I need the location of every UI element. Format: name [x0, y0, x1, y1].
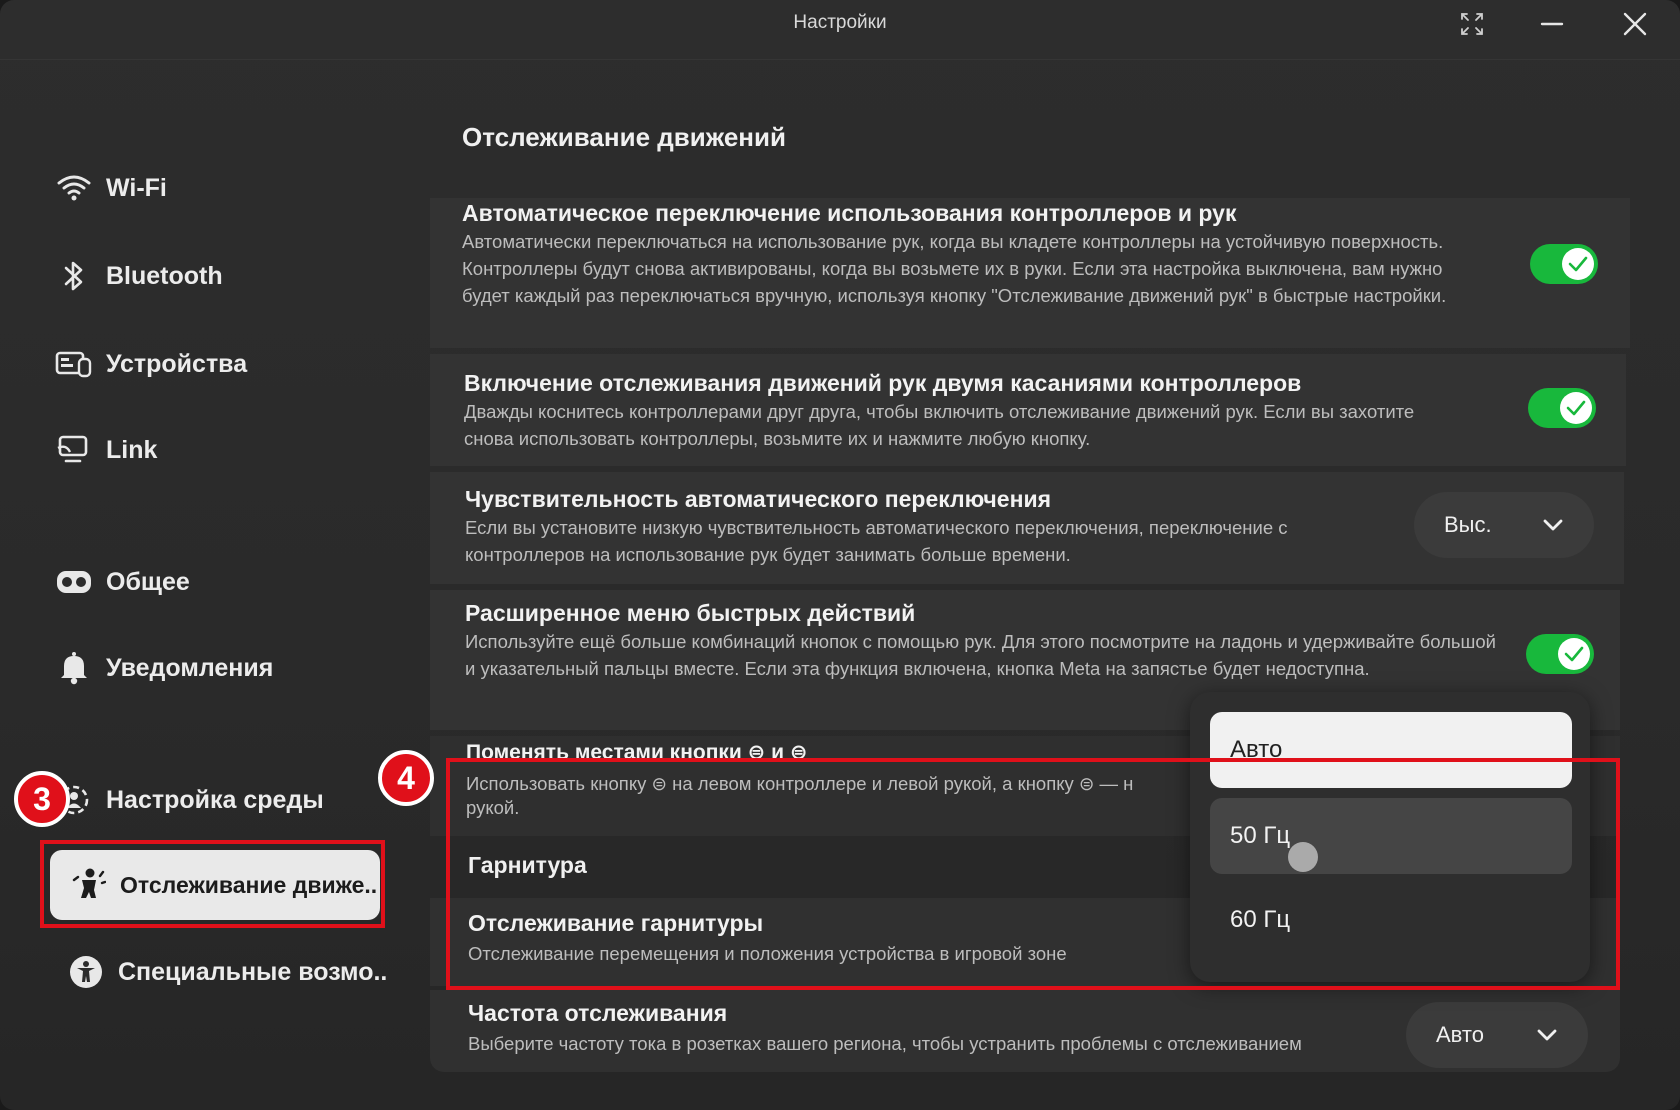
sidebar-item-wifi[interactable]: Wi-Fi — [54, 158, 167, 218]
sidebar-item-link[interactable]: Link — [54, 420, 157, 480]
check-icon — [1564, 646, 1584, 662]
sidebar-item-label: Link — [106, 435, 158, 464]
tracking-frequency-select[interactable]: Авто — [1406, 1002, 1588, 1068]
sidebar-item-label: Устройства — [106, 349, 248, 378]
annotation-badge-4: 4 — [378, 750, 434, 806]
sidebar-item-label: Общее — [106, 567, 190, 596]
sidebar-item-label: Уведомления — [106, 653, 274, 682]
toggle-knob — [1562, 248, 1594, 280]
window-title: Настройки — [793, 12, 887, 33]
sidebar-item-accessibility[interactable]: Специальные возмо.. — [66, 942, 387, 1002]
sidebar-item-bluetooth[interactable]: Bluetooth — [54, 246, 223, 306]
setting-title: Частота отслеживания — [468, 1000, 728, 1026]
setting-title: Расширенное меню быстрых действий — [465, 600, 916, 626]
sidebar-item-devices[interactable]: Устройства — [54, 334, 247, 394]
setting-description: Если вы установите низкую чувствительнос… — [465, 517, 1288, 565]
select-value: Выс. — [1444, 512, 1492, 537]
sidebar-item-notifications[interactable]: Уведомления — [54, 638, 273, 698]
sidebar-item-label: Bluetooth — [106, 261, 223, 290]
setting-description: Автоматически переключаться на использов… — [462, 231, 1447, 306]
annotation-box-4 — [446, 758, 1620, 990]
check-icon — [1568, 256, 1588, 272]
bell-icon — [54, 650, 94, 686]
sidebar-item-label: Настройка среды — [106, 785, 324, 814]
setting-title: Чувствительность автоматического переклю… — [465, 486, 1052, 512]
check-icon — [1566, 400, 1586, 416]
close-button[interactable] — [1615, 6, 1655, 42]
setting-title: Включение отслеживания движений рук двум… — [464, 370, 1302, 396]
setting-description: Дважды коснитесь контроллерами друг друг… — [464, 401, 1415, 449]
sidebar-item-label: Wi-Fi — [106, 173, 167, 202]
wifi-icon — [54, 170, 94, 206]
toggle-knob — [1558, 638, 1590, 670]
setting-description: Выберите частоту тока в розетках вашего … — [468, 1033, 1302, 1054]
setting-title: Автоматическое переключение использовани… — [462, 200, 1237, 226]
link-icon — [54, 432, 94, 468]
sidebar-item-general[interactable]: Общее — [54, 552, 190, 612]
sidebar-item-environment[interactable]: Настройка среды — [54, 770, 324, 830]
bluetooth-icon — [54, 258, 94, 294]
sensitivity-select[interactable]: Выс. — [1414, 492, 1594, 558]
devices-icon — [54, 346, 94, 382]
quick-actions-toggle[interactable] — [1526, 634, 1594, 674]
close-icon — [1623, 12, 1647, 36]
annotation-badge-3: 3 — [14, 771, 70, 827]
fullscreen-icon — [1461, 13, 1483, 35]
setting-description: Используйте ещё больше комбинаций кнопок… — [465, 631, 1497, 679]
minimize-icon — [1540, 22, 1564, 26]
accessibility-icon — [66, 954, 106, 990]
fullscreen-button[interactable] — [1452, 6, 1492, 42]
title-bar: Настройки — [0, 0, 1680, 60]
chevron-down-icon — [1542, 512, 1564, 538]
select-value: Авто — [1436, 1022, 1484, 1047]
double-tap-toggle[interactable] — [1528, 388, 1596, 428]
headset-icon — [54, 564, 94, 600]
settings-window: Настройки Wi-Fi Bluetooth Устройства Lin… — [0, 0, 1680, 1110]
toggle-knob — [1560, 392, 1592, 424]
auto-switch-toggle[interactable] — [1530, 244, 1598, 284]
page-title: Отслеживание движений — [462, 122, 786, 152]
chevron-down-icon — [1536, 1022, 1558, 1048]
minimize-button[interactable] — [1532, 6, 1572, 42]
sidebar-item-label: Специальные возмо.. — [118, 957, 388, 986]
annotation-box-3 — [40, 840, 385, 928]
